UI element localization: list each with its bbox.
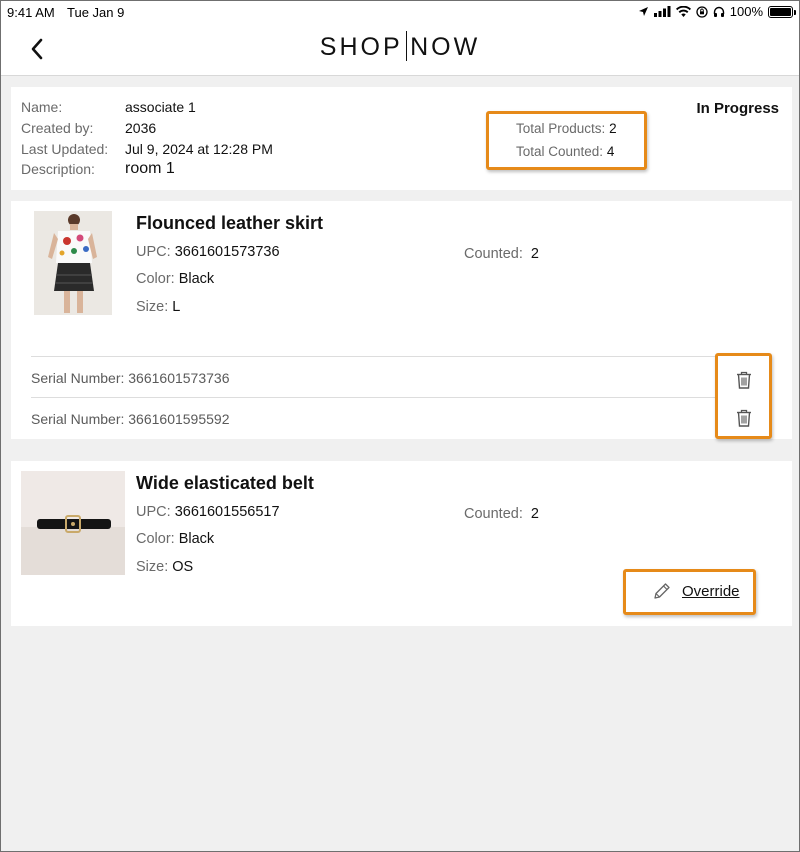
logo-right-text: NOW bbox=[410, 33, 481, 61]
info-row-created-by: Created by: 2036 bbox=[21, 120, 156, 136]
serial-label: Serial Number: bbox=[31, 370, 125, 386]
info-row-last-updated: Last Updated: Jul 9, 2024 at 12:28 PM bbox=[21, 141, 273, 157]
product-size: Size: L bbox=[136, 299, 180, 315]
status-icons: 100% bbox=[638, 4, 796, 19]
trash-icon bbox=[737, 409, 751, 427]
count-info-card: Name: associate 1 Created by: 2036 Last … bbox=[11, 87, 792, 190]
last-updated-label: Last Updated: bbox=[21, 141, 109, 157]
serial-value: 3661601595592 bbox=[128, 411, 230, 427]
serial-label: Serial Number: bbox=[31, 411, 125, 427]
created-by-value: 2036 bbox=[125, 120, 157, 136]
total-counted-label: Total Counted: bbox=[516, 144, 604, 159]
delete-serial-button[interactable] bbox=[733, 406, 755, 430]
serial-text: Serial Number: 3661601595592 bbox=[31, 411, 230, 427]
name-label: Name: bbox=[21, 99, 63, 115]
screen: 9:41 AM Tue Jan 9 100% SHOP NOW Name: as… bbox=[0, 0, 800, 852]
trash-icon bbox=[737, 371, 751, 389]
product-card: Wide elasticated belt UPC: 3661601556517… bbox=[11, 461, 792, 626]
product-title: Flounced leather skirt bbox=[136, 213, 324, 233]
counted-label: Counted: bbox=[464, 506, 523, 522]
counted-label: Counted: bbox=[464, 246, 523, 262]
status-date: Tue Jan 9 bbox=[67, 5, 125, 20]
total-products-label: Total Products: bbox=[516, 121, 606, 136]
product-counted: Counted: 2 bbox=[464, 506, 539, 522]
color-label: Color: bbox=[136, 531, 175, 547]
created-by-label: Created by: bbox=[21, 120, 94, 136]
serial-value: 3661601573736 bbox=[128, 370, 230, 386]
headphones-icon bbox=[713, 6, 725, 18]
total-counted-value: 4 bbox=[606, 144, 615, 159]
color-value: Black bbox=[178, 531, 215, 547]
product-counted: Counted: 2 bbox=[464, 246, 539, 262]
wifi-icon bbox=[675, 6, 691, 17]
description-label: Description: bbox=[21, 161, 95, 177]
logo-separator bbox=[405, 31, 408, 61]
signal-icon bbox=[653, 6, 671, 17]
totals-highlight: Total Products: 2 Total Counted: 4 bbox=[486, 111, 647, 170]
status-time: 9:41 AM bbox=[7, 5, 55, 20]
status-badge: In Progress bbox=[696, 100, 779, 117]
shop-now-logo: SHOP NOW bbox=[1, 31, 799, 62]
total-products-value: 2 bbox=[609, 121, 617, 136]
counted-value: 2 bbox=[530, 506, 539, 522]
description-value: room 1 bbox=[125, 160, 175, 177]
counted-value: 2 bbox=[530, 246, 539, 262]
logo-left-text: SHOP bbox=[319, 33, 403, 61]
color-value: Black bbox=[178, 271, 215, 287]
size-value: L bbox=[172, 299, 181, 315]
upc-value: 3661601573736 bbox=[174, 244, 280, 260]
location-icon bbox=[638, 6, 649, 17]
serial-text: Serial Number: 3661601573736 bbox=[31, 370, 230, 386]
product-color: Color: Black bbox=[136, 271, 214, 287]
product-upc: UPC: 3661601573736 bbox=[136, 244, 280, 260]
product-color: Color: Black bbox=[136, 531, 214, 547]
status-bar: 9:41 AM Tue Jan 9 100% bbox=[1, 1, 799, 23]
name-value: associate 1 bbox=[125, 99, 196, 115]
product-title: Wide elasticated belt bbox=[136, 473, 314, 493]
last-updated-value: Jul 9, 2024 at 12:28 PM bbox=[125, 141, 273, 157]
info-row-description: Description: room 1 bbox=[21, 160, 175, 178]
upc-label: UPC: bbox=[136, 504, 171, 520]
delete-serials-highlight bbox=[715, 353, 772, 439]
info-row-name: Name: associate 1 bbox=[21, 99, 196, 115]
serial-row: Serial Number: 3661601595592 bbox=[31, 397, 772, 438]
battery-icon bbox=[768, 5, 796, 18]
product-image bbox=[34, 211, 112, 315]
app-header: SHOP NOW bbox=[1, 23, 799, 76]
color-label: Color: bbox=[136, 271, 175, 287]
override-label: Override bbox=[682, 583, 740, 600]
size-label: Size: bbox=[136, 559, 169, 575]
serial-row: Serial Number: 3661601573736 bbox=[31, 356, 772, 397]
total-counted: Total Counted: 4 bbox=[516, 144, 614, 159]
delete-serial-button[interactable] bbox=[733, 368, 755, 392]
lock-rotation-icon bbox=[696, 5, 708, 18]
product-card: Flounced leather skirt UPC: 366160157373… bbox=[11, 201, 792, 439]
size-value: OS bbox=[172, 559, 194, 575]
upc-label: UPC: bbox=[136, 244, 171, 260]
battery-percent: 100% bbox=[729, 4, 763, 19]
product-upc: UPC: 3661601556517 bbox=[136, 504, 280, 520]
total-products: Total Products: 2 bbox=[516, 121, 617, 136]
upc-value: 3661601556517 bbox=[174, 504, 280, 520]
pencil-icon bbox=[653, 582, 671, 605]
product-size: Size: OS bbox=[136, 559, 193, 575]
override-button[interactable]: Override bbox=[623, 569, 756, 615]
size-label: Size: bbox=[136, 299, 169, 315]
product-image bbox=[21, 471, 125, 575]
